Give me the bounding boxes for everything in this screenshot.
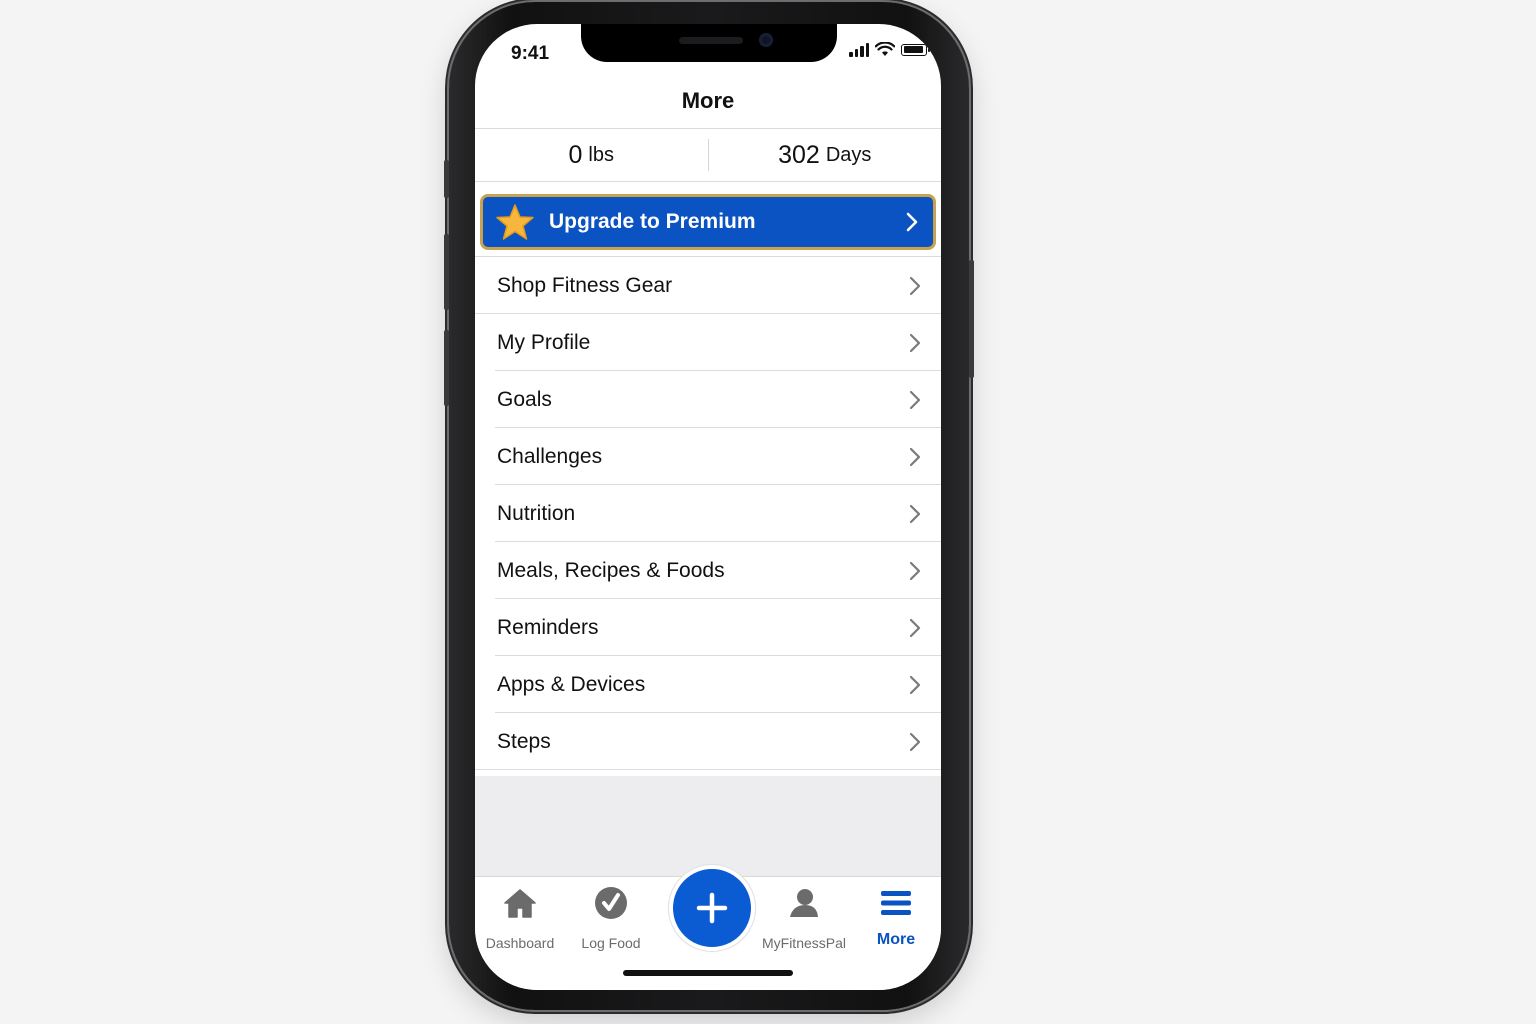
chevron-right-icon bbox=[906, 212, 918, 232]
log-food-icon bbox=[595, 887, 627, 919]
menu-item-shop-fitness-gear[interactable]: Shop Fitness Gear bbox=[475, 257, 941, 314]
volume-up-button bbox=[444, 234, 449, 310]
tab-label: MyFitnessPal bbox=[761, 935, 847, 951]
chevron-right-icon bbox=[909, 732, 921, 751]
star-icon bbox=[496, 204, 534, 240]
chevron-right-icon bbox=[909, 447, 921, 466]
mute-switch bbox=[444, 160, 449, 198]
stats-bar: 0 lbs 302 Days bbox=[475, 128, 941, 182]
upgrade-premium-button[interactable]: Upgrade to Premium bbox=[480, 194, 936, 250]
tab-more[interactable]: More bbox=[851, 885, 941, 949]
menu-item-label: Challenges bbox=[497, 444, 603, 468]
volume-down-button bbox=[444, 330, 449, 406]
add-entry-button[interactable] bbox=[669, 865, 755, 951]
days-value: 302 bbox=[778, 140, 820, 169]
menu-icon bbox=[881, 891, 911, 915]
phone-frame: 9:41 More 0 lbs 302 Days Upgrade to Prem… bbox=[444, 2, 974, 1010]
days-stat[interactable]: 302 Days bbox=[709, 129, 942, 181]
tab-label: More bbox=[876, 931, 916, 948]
power-button bbox=[969, 260, 974, 378]
tab-log-food[interactable]: Log Food bbox=[566, 885, 656, 951]
chevron-right-icon bbox=[909, 561, 921, 580]
empty-background bbox=[475, 776, 941, 876]
chevron-right-icon bbox=[909, 276, 921, 295]
days-unit: Days bbox=[825, 143, 872, 166]
home-icon bbox=[504, 889, 536, 918]
weight-stat[interactable]: 0 lbs bbox=[475, 129, 708, 181]
signal-icon bbox=[849, 42, 869, 57]
status-icons bbox=[849, 42, 930, 57]
chevron-right-icon bbox=[909, 618, 921, 637]
menu-item-apps-devices[interactable]: Apps & Devices bbox=[475, 656, 941, 713]
plus-icon bbox=[696, 892, 728, 924]
menu-item-label: Reminders bbox=[497, 615, 599, 639]
chevron-right-icon bbox=[909, 390, 921, 409]
notch bbox=[581, 24, 837, 62]
weight-unit: lbs bbox=[588, 143, 614, 166]
menu-item-label: Apps & Devices bbox=[497, 672, 646, 696]
menu-item-my-profile[interactable]: My Profile bbox=[475, 314, 941, 371]
menu-item-meals-recipes-foods[interactable]: Meals, Recipes & Foods bbox=[475, 542, 941, 599]
person-icon bbox=[790, 889, 818, 917]
menu-item-steps[interactable]: Steps bbox=[475, 713, 941, 770]
menu-item-label: Nutrition bbox=[497, 501, 576, 525]
home-indicator bbox=[623, 970, 793, 976]
weight-value: 0 bbox=[568, 140, 583, 169]
screen: 9:41 More 0 lbs 302 Days Upgrade to Prem… bbox=[475, 24, 941, 990]
upgrade-premium-label: Upgrade to Premium bbox=[549, 210, 756, 233]
menu-item-label: Meals, Recipes & Foods bbox=[497, 558, 725, 582]
tab-myfitnesspal[interactable]: MyFitnessPal bbox=[759, 885, 849, 951]
chevron-right-icon bbox=[909, 675, 921, 694]
tab-dashboard[interactable]: Dashboard bbox=[475, 885, 565, 951]
chevron-right-icon bbox=[909, 333, 921, 352]
menu-item-goals[interactable]: Goals bbox=[475, 371, 941, 428]
menu-item-reminders[interactable]: Reminders bbox=[475, 599, 941, 656]
menu-item-label: My Profile bbox=[497, 330, 591, 354]
tab-label: Dashboard bbox=[485, 935, 555, 951]
menu-item-label: Goals bbox=[497, 387, 552, 411]
menu-item-challenges[interactable]: Challenges bbox=[475, 428, 941, 485]
wifi-icon bbox=[875, 42, 895, 56]
speaker bbox=[679, 37, 743, 44]
front-camera bbox=[759, 33, 773, 47]
menu-item-label: Steps bbox=[497, 729, 551, 753]
battery-icon bbox=[901, 43, 930, 56]
status-time: 9:41 bbox=[511, 43, 550, 64]
chevron-right-icon bbox=[909, 504, 921, 523]
page-title: More bbox=[681, 88, 735, 113]
menu-item-label: Shop Fitness Gear bbox=[497, 273, 673, 297]
more-menu-list: Shop Fitness Gear My Profile Goals Chall… bbox=[475, 256, 941, 770]
tab-label: Log Food bbox=[581, 935, 641, 951]
menu-item-nutrition[interactable]: Nutrition bbox=[475, 485, 941, 542]
